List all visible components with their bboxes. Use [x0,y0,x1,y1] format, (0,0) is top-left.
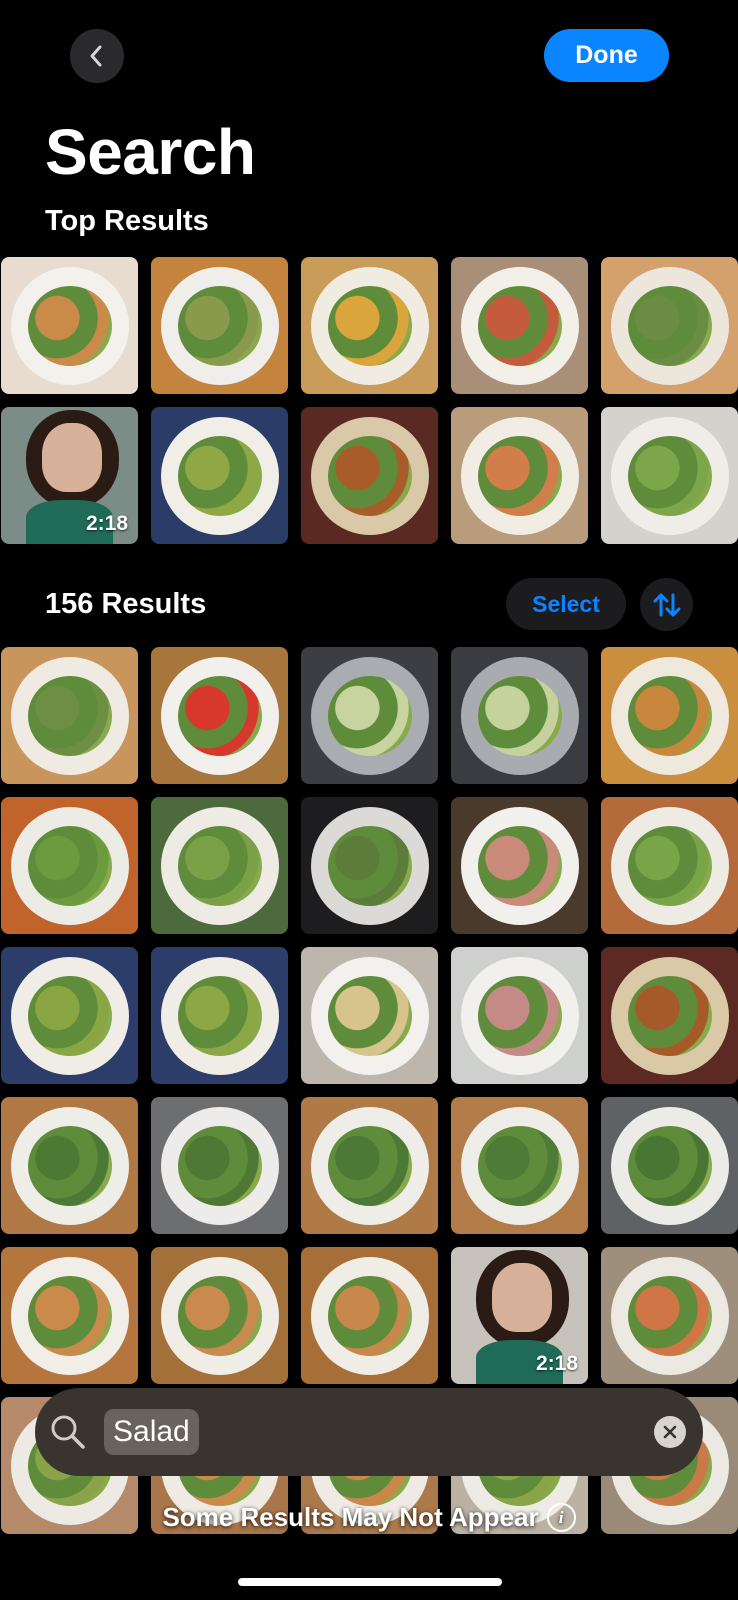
photo-thumbnail[interactable] [301,407,438,544]
photo-thumbnail[interactable] [301,797,438,934]
photo-thumbnail[interactable] [301,947,438,1084]
salad [627,285,712,366]
salad [327,975,412,1056]
photo-thumbnail[interactable] [301,647,438,784]
photo-thumbnail[interactable] [151,257,288,394]
photo-thumbnail[interactable] [1,947,138,1084]
info-icon[interactable]: i [546,1503,576,1532]
salad [177,975,262,1056]
salad [27,1125,112,1206]
results-notice: Some Results May Not Appear i [0,1502,738,1533]
salad [477,975,562,1056]
photo-thumbnail[interactable] [151,947,288,1084]
done-button[interactable]: Done [544,29,669,82]
photo-thumbnail[interactable] [301,1247,438,1384]
salad [327,1125,412,1206]
person-face [492,1263,553,1332]
home-indicator [238,1578,502,1586]
salad [627,1125,712,1206]
photo-thumbnail[interactable] [451,1097,588,1234]
salad [27,1275,112,1356]
video-thumbnail[interactable]: 2:18 [1,407,138,544]
photo-thumbnail[interactable] [1,1247,138,1384]
salad [477,825,562,906]
salad [327,675,412,756]
back-button[interactable] [70,29,124,83]
photo-thumbnail[interactable] [1,797,138,934]
salad [27,285,112,366]
photo-thumbnail[interactable] [601,647,738,784]
salad [477,675,562,756]
salad [327,825,412,906]
search-query-chip[interactable]: Salad [104,1409,199,1455]
photo-thumbnail[interactable] [1,257,138,394]
select-button[interactable]: Select [506,578,626,630]
salad [477,1125,562,1206]
video-duration: 2:18 [535,1352,578,1375]
salad [627,435,712,516]
salad [327,285,412,366]
video-thumbnail[interactable]: 2:18 [451,1247,588,1384]
photo-thumbnail[interactable] [601,1247,738,1384]
salad [327,1275,412,1356]
photo-thumbnail[interactable] [451,257,588,394]
photo-thumbnail[interactable] [151,1097,288,1234]
salad [177,1275,262,1356]
salad [27,675,112,756]
photo-thumbnail[interactable] [451,797,588,934]
photo-thumbnail[interactable] [601,257,738,394]
photo-thumbnail[interactable] [301,1097,438,1234]
salad [177,285,262,366]
salad [27,975,112,1056]
salad [627,1275,712,1356]
salad [627,825,712,906]
clear-search-button[interactable] [654,1416,686,1448]
chevron-left-icon [90,45,102,67]
salad [477,285,562,366]
magnifier-icon [51,1415,85,1449]
salad [27,825,112,906]
sort-button[interactable] [640,578,693,631]
salad [327,435,412,516]
photo-thumbnail[interactable] [601,1097,738,1234]
salad [177,1125,262,1206]
close-icon [663,1425,677,1439]
sort-arrows-icon [653,593,680,616]
photo-thumbnail[interactable] [451,947,588,1084]
photo-thumbnail[interactable] [301,257,438,394]
photo-thumbnail[interactable] [451,407,588,544]
salad [627,975,712,1056]
photo-thumbnail[interactable] [601,797,738,934]
photo-thumbnail[interactable] [151,797,288,934]
photo-thumbnail[interactable] [1,647,138,784]
salad [477,435,562,516]
photo-thumbnail[interactable] [151,407,288,544]
page-title: Search [45,116,256,188]
results-count-heading: 156 Results [45,588,207,620]
photo-thumbnail[interactable] [1,1097,138,1234]
photo-thumbnail[interactable] [151,1247,288,1384]
photo-thumbnail[interactable] [451,647,588,784]
salad [177,435,262,516]
top-results-heading: Top Results [45,205,209,237]
bottom-fade [0,1540,738,1600]
photo-thumbnail[interactable] [601,407,738,544]
person-face [42,423,103,492]
salad [627,675,712,756]
photo-thumbnail[interactable] [151,647,288,784]
photo-thumbnail[interactable] [601,947,738,1084]
notice-text: Some Results May Not Appear [162,1502,539,1532]
salad [177,825,262,906]
salad [177,675,262,756]
video-duration: 2:18 [85,512,128,535]
